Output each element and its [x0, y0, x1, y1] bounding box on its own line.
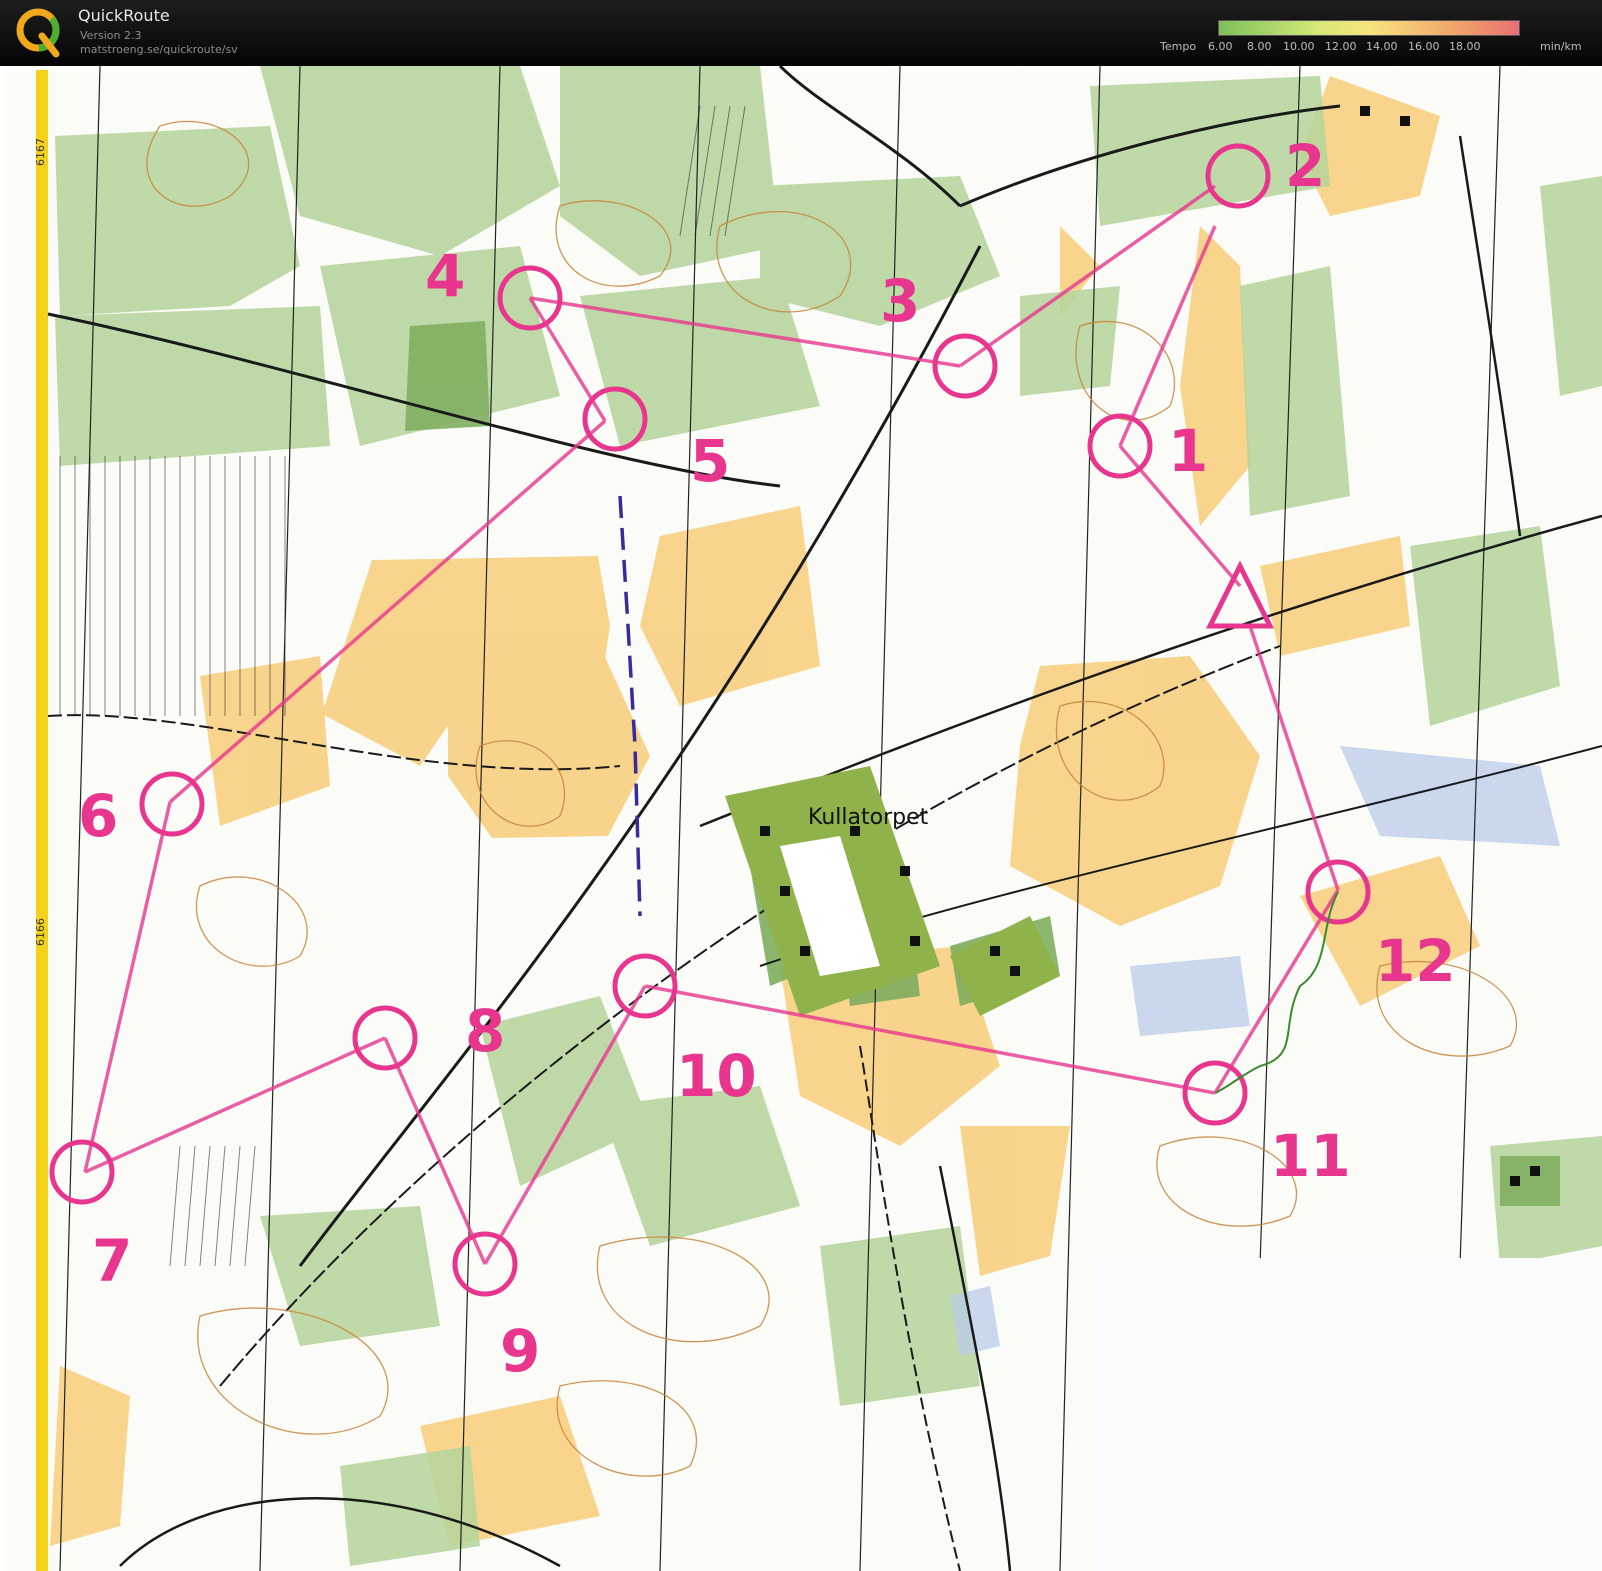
control-number: 1 — [1168, 417, 1208, 485]
legend-label: Tempo — [1160, 40, 1197, 53]
map-margin-stripe — [36, 70, 48, 1571]
legend-tick: 12.00 — [1325, 40, 1357, 53]
legend-tick: 14.00 — [1366, 40, 1398, 53]
control-number: 7 — [92, 1227, 132, 1295]
map-canvas[interactable]: 6167 6166 Kullatorpet 1 2 3 4 5 6 7 8 9 … — [0, 66, 1602, 1571]
title-bar: QuickRoute Version 2.3 matstroeng.se/qui… — [0, 0, 1602, 66]
control-number: 12 — [1375, 927, 1456, 995]
grid-label: 6166 — [34, 918, 47, 946]
legend-tick: 8.00 — [1247, 40, 1272, 53]
orienteering-map[interactable]: 6167 6166 Kullatorpet 1 2 3 4 5 6 7 8 9 … — [0, 66, 1602, 1571]
control-number: 11 — [1270, 1122, 1351, 1190]
app-url[interactable]: matstroeng.se/quickroute/sv — [80, 43, 238, 56]
place-name: Kullatorpet — [808, 805, 929, 830]
legend-tick: 16.00 — [1408, 40, 1440, 53]
blank-map-corner — [1098, 1258, 1602, 1571]
control-number: 4 — [425, 242, 465, 310]
control-number: 8 — [465, 997, 505, 1065]
pace-legend-gradient — [1218, 20, 1520, 36]
control-number: 2 — [1285, 132, 1325, 200]
control-number: 9 — [500, 1317, 540, 1385]
legend-tick: 6.00 — [1208, 40, 1233, 53]
grid-label: 6167 — [34, 138, 47, 166]
app-version: Version 2.3 — [80, 29, 142, 42]
control-number: 10 — [676, 1042, 757, 1110]
legend-unit: min/km — [1540, 40, 1582, 53]
control-number: 5 — [690, 427, 730, 495]
quickroute-logo-icon — [16, 8, 60, 58]
control-number: 3 — [880, 267, 920, 335]
control-number: 6 — [78, 782, 118, 850]
legend-tick: 10.00 — [1283, 40, 1315, 53]
legend-tick: 18.00 — [1449, 40, 1481, 53]
app-title: QuickRoute — [78, 6, 170, 25]
